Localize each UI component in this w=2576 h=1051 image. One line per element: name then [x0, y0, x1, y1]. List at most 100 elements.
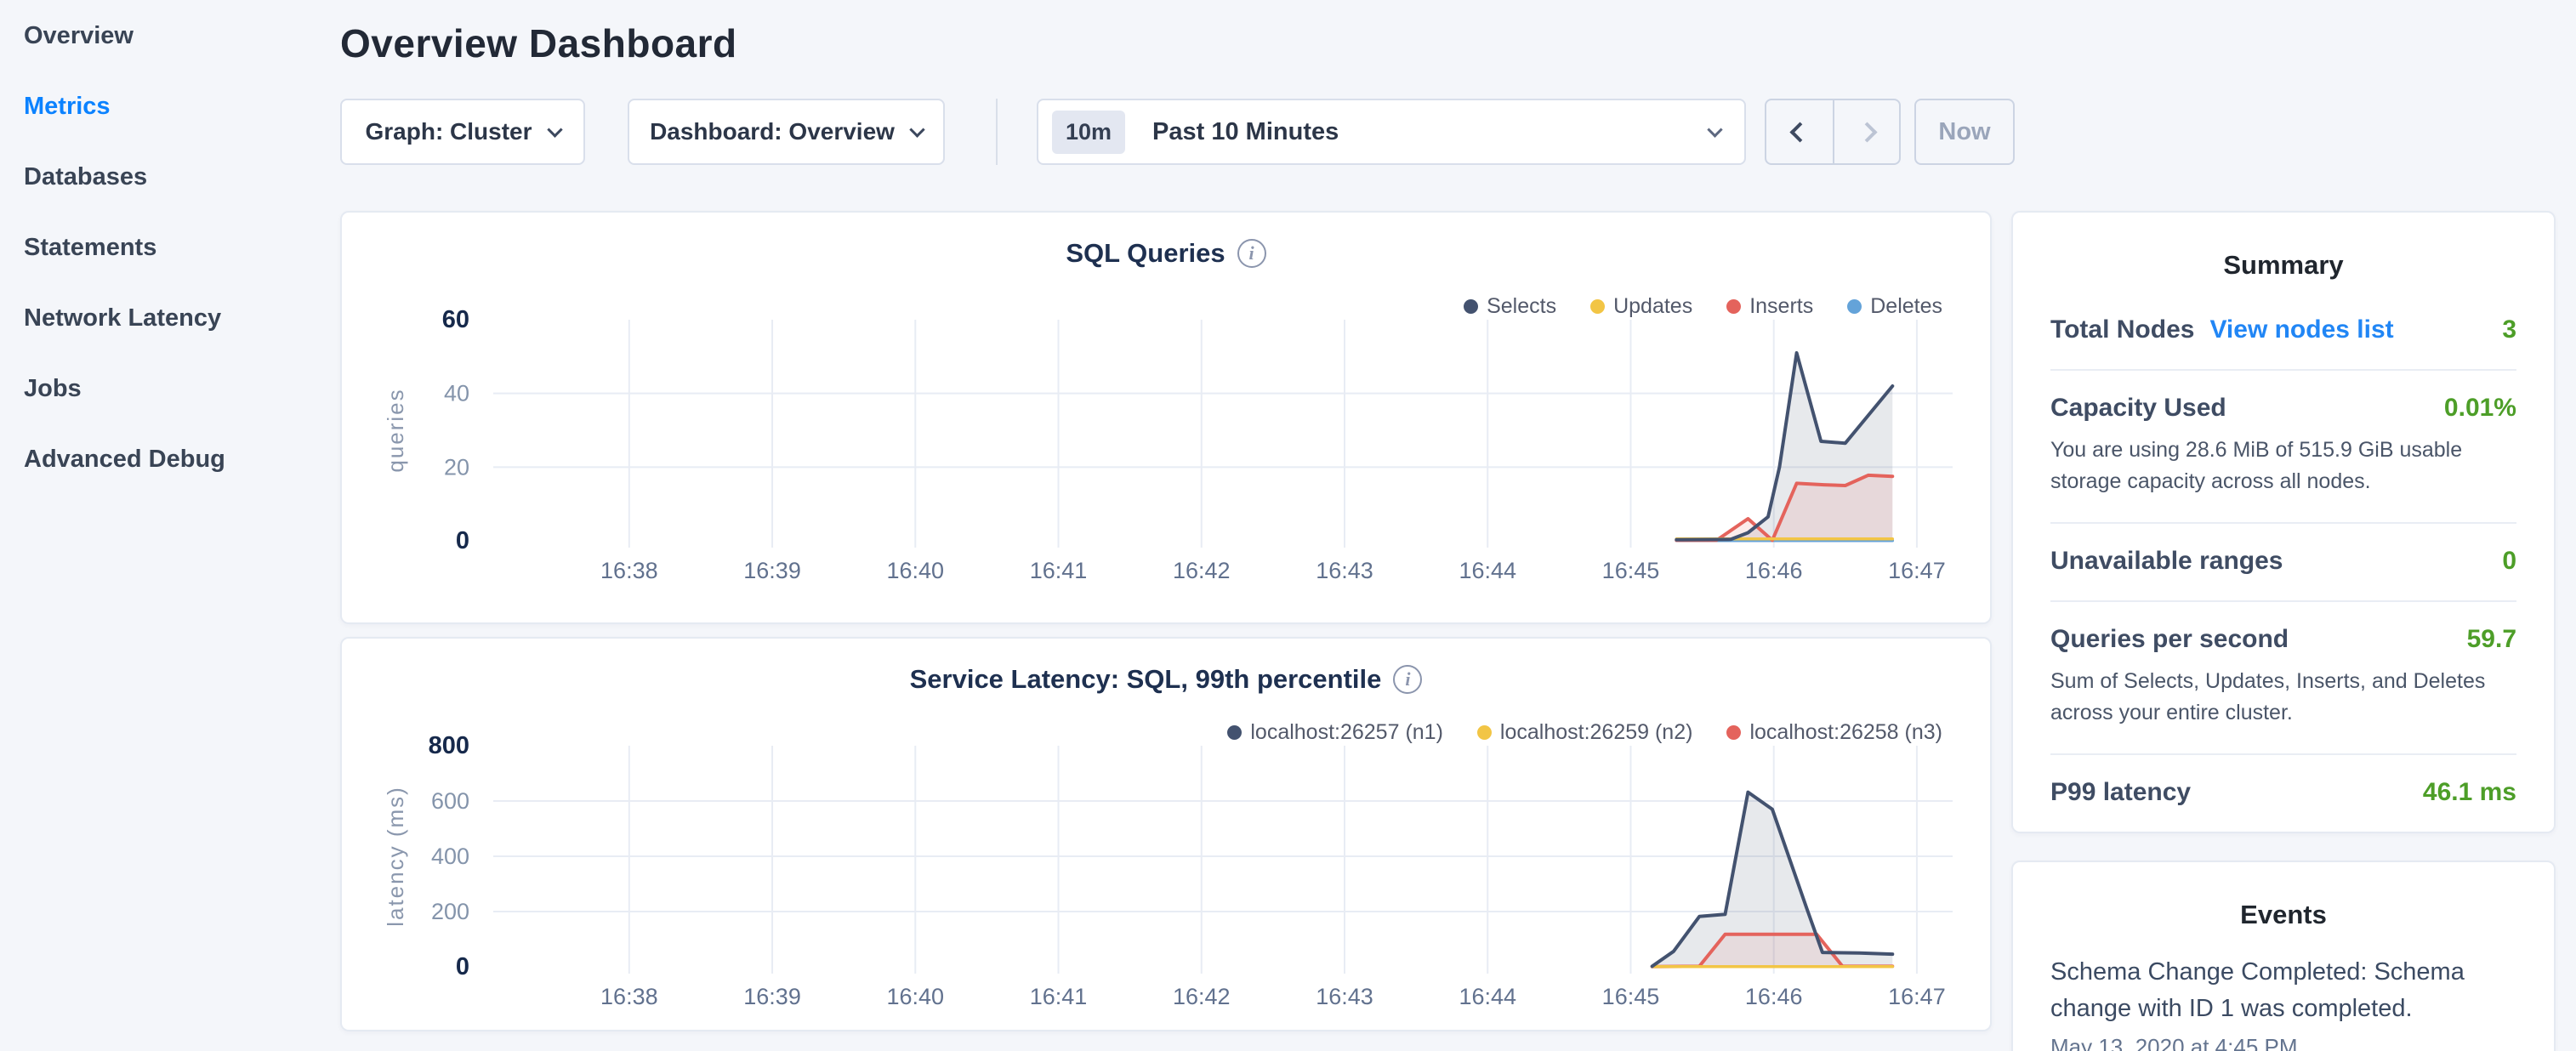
- svg-text:16:46: 16:46: [1745, 984, 1803, 1009]
- svg-text:16:40: 16:40: [887, 558, 945, 583]
- chart-title-row: Service Latency: SQL, 99th percentile: [342, 664, 1990, 695]
- time-step-forward-button[interactable]: [1833, 100, 1899, 163]
- view-nodes-list-link[interactable]: View nodes list: [2209, 315, 2393, 344]
- svg-text:16:38: 16:38: [600, 984, 658, 1009]
- summary-row: P99 latency 46.1 ms: [2050, 755, 2516, 832]
- events-list: Schema Change Completed: Schema change w…: [2050, 954, 2516, 1051]
- svg-text:16:39: 16:39: [743, 558, 801, 583]
- summary-row-value: 46.1 ms: [2423, 778, 2516, 807]
- svg-text:0: 0: [456, 527, 469, 554]
- graph-scope-dropdown[interactable]: Graph: Cluster: [340, 99, 585, 165]
- summary-row: Unavailable ranges 0: [2050, 524, 2516, 602]
- sidebar-item-databases[interactable]: Databases: [24, 163, 340, 191]
- svg-text:40: 40: [444, 381, 469, 406]
- time-range-select[interactable]: 10m Past 10 Minutes: [1037, 99, 1746, 165]
- sidebar-item-jobs[interactable]: Jobs: [24, 375, 340, 403]
- sidebar-item-network-latency[interactable]: Network Latency: [24, 304, 340, 332]
- events-panel: Events Schema Change Completed: Schema c…: [2011, 861, 2556, 1051]
- summary-row-label: Capacity Used: [2050, 394, 2226, 423]
- sidebar-nav: Overview Metrics Databases Statements Networ…: [0, 0, 340, 1051]
- sidebar-item-statements[interactable]: Statements: [24, 234, 340, 262]
- service-latency-chart[interactable]: 16:38 16:39 16:40 16:41 16:42 16:43 16:44 16:45…: [359, 734, 1976, 1020]
- svg-text:16:41: 16:41: [1030, 984, 1088, 1009]
- sql-queries-chart[interactable]: 16:38 16:39 16:40 16:41 16:42 16:43 16:44 16:45…: [359, 308, 1976, 594]
- svg-text:queries: queries: [383, 388, 408, 472]
- svg-text:400: 400: [431, 844, 469, 869]
- dashboard-dropdown[interactable]: Dashboard: Overview: [628, 99, 945, 165]
- svg-text:600: 600: [431, 788, 469, 814]
- svg-text:20: 20: [444, 454, 469, 480]
- summary-row-desc: Sum of Selects, Updates, Inserts, and De…: [2050, 666, 2516, 729]
- summary-row-desc: You are using 28.6 MiB of 515.9 GiB usab…: [2050, 435, 2516, 497]
- summary-row-value: 0: [2502, 547, 2516, 576]
- svg-text:16:47: 16:47: [1888, 558, 1946, 583]
- service-latency-chart-card: Service Latency: SQL, 99th percentile lo…: [340, 637, 1992, 1031]
- svg-text:16:38: 16:38: [600, 558, 658, 583]
- right-column: Summary Total Nodes View nodes list 3 Capac…: [2011, 211, 2556, 1051]
- chevron-left-icon: [1789, 122, 1810, 142]
- controls-row: Graph: Cluster Dashboard: Overview 10m P…: [340, 99, 2576, 165]
- svg-text:0: 0: [456, 953, 469, 980]
- svg-text:16:42: 16:42: [1173, 558, 1231, 583]
- svg-text:60: 60: [442, 308, 469, 333]
- chevron-right-icon: [1857, 122, 1877, 142]
- summary-row-value: 3: [2502, 315, 2516, 344]
- summary-title: Summary: [2050, 250, 2516, 281]
- controls-divider: [996, 99, 998, 165]
- svg-text:800: 800: [429, 734, 469, 759]
- chevron-down-icon: [909, 122, 924, 137]
- svg-text:latency (ms): latency (ms): [383, 786, 408, 927]
- svg-text:16:44: 16:44: [1459, 558, 1516, 583]
- svg-text:16:46: 16:46: [1745, 558, 1803, 583]
- summary-row: Capacity Used 0.01% You are using 28.6 MiB…: [2050, 371, 2516, 524]
- svg-text:16:42: 16:42: [1173, 984, 1231, 1009]
- chevron-down-icon: [1707, 122, 1722, 137]
- svg-text:16:41: 16:41: [1030, 558, 1088, 583]
- summary-row: Total Nodes View nodes list 3: [2050, 293, 2516, 371]
- summary-row-label: Queries per second: [2050, 625, 2289, 654]
- chart-title-row: SQL Queries: [342, 238, 1990, 269]
- svg-text:16:44: 16:44: [1459, 984, 1516, 1009]
- sql-queries-chart-card: SQL Queries SelectsUpdatesInsertsDeletes…: [340, 211, 1992, 624]
- sidebar-item-overview[interactable]: Overview: [24, 22, 340, 50]
- summary-panel: Summary Total Nodes View nodes list 3 Capac…: [2011, 211, 2556, 833]
- summary-row-label: Unavailable ranges: [2050, 547, 2283, 576]
- svg-text:16:40: 16:40: [887, 984, 945, 1009]
- time-step-buttons: [1765, 99, 1901, 165]
- sidebar-item-advanced-debug[interactable]: Advanced Debug: [24, 446, 340, 474]
- time-range-label: Past 10 Minutes: [1152, 118, 1709, 146]
- main-content: Overview Dashboard Graph: Cluster Dashbo…: [340, 0, 2576, 1051]
- sidebar-item-metrics[interactable]: Metrics: [24, 93, 340, 121]
- svg-text:16:45: 16:45: [1602, 558, 1660, 583]
- time-step-back-button[interactable]: [1766, 100, 1833, 163]
- info-icon[interactable]: [1237, 239, 1266, 268]
- now-button[interactable]: Now: [1914, 99, 2015, 165]
- charts-column: SQL Queries SelectsUpdatesInsertsDeletes…: [340, 211, 1992, 1031]
- metrics-page: Overview Metrics Databases Statements Networ…: [0, 0, 2576, 1051]
- svg-text:16:39: 16:39: [743, 984, 801, 1009]
- info-icon[interactable]: [1393, 665, 1422, 694]
- event-text: Schema Change Completed: Schema change w…: [2050, 954, 2476, 1027]
- time-range-badge: 10m: [1052, 111, 1125, 154]
- chevron-down-icon: [547, 122, 562, 137]
- svg-text:16:43: 16:43: [1316, 984, 1373, 1009]
- content-row: SQL Queries SelectsUpdatesInsertsDeletes…: [340, 211, 2576, 1051]
- svg-text:16:45: 16:45: [1602, 984, 1660, 1009]
- graph-scope-dropdown-label: Graph: Cluster: [365, 118, 532, 145]
- summary-row-label: P99 latency: [2050, 778, 2191, 807]
- events-title: Events: [2050, 900, 2516, 930]
- svg-text:16:43: 16:43: [1316, 558, 1373, 583]
- chart-title: SQL Queries: [1066, 238, 1225, 269]
- summary-row-value: 59.7: [2467, 625, 2516, 654]
- svg-text:16:47: 16:47: [1888, 984, 1946, 1009]
- event-item: Schema Change Completed: Schema change w…: [2050, 954, 2516, 1051]
- summary-row-label: Total Nodes: [2050, 315, 2194, 344]
- event-timestamp: May 13, 2020 at 4:45 PM: [2050, 1034, 2516, 1051]
- page-title: Overview Dashboard: [340, 20, 2576, 66]
- svg-text:200: 200: [431, 899, 469, 924]
- dashboard-dropdown-label: Dashboard: Overview: [650, 118, 895, 145]
- summary-rows: Total Nodes View nodes list 3 Capacity Used…: [2050, 293, 2516, 832]
- summary-row-value: 0.01%: [2444, 394, 2516, 423]
- chart-title: Service Latency: SQL, 99th percentile: [910, 664, 1382, 695]
- summary-row: Queries per second 59.7 Sum of Selects, Up…: [2050, 602, 2516, 755]
